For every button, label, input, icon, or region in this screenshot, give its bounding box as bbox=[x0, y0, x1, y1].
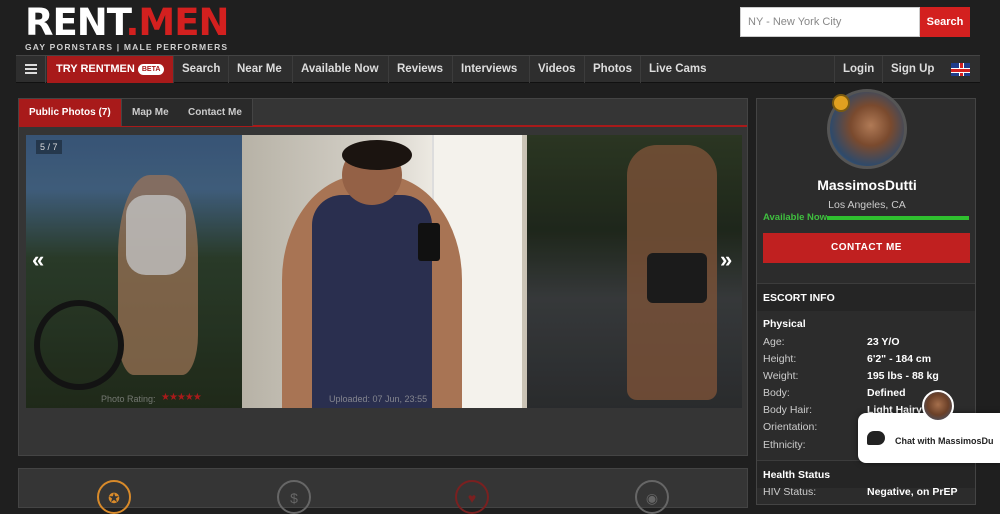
photo-rating-stars[interactable]: ★★★★★ bbox=[161, 392, 202, 403]
chat-widget[interactable]: Chat with MassimosDu bbox=[858, 413, 1000, 463]
award-badge-icon bbox=[832, 94, 850, 112]
profile-name: MassimosDutti bbox=[817, 177, 917, 193]
logo-text: RENT bbox=[25, 1, 126, 44]
site-header: RENT.MEN GAY PORNSTARS | MALE PERFORMERS… bbox=[0, 0, 1000, 55]
info-label: Age: bbox=[763, 336, 785, 348]
camera-icon[interactable]: ◉ bbox=[635, 480, 669, 514]
photo-upload-date: Uploaded: 07 Jun, 23:55 bbox=[329, 394, 428, 404]
heart-icon[interactable]: ♥ bbox=[455, 480, 489, 514]
physical-title: Physical bbox=[763, 318, 806, 330]
escort-info-title: ESCORT INFO bbox=[757, 283, 975, 311]
tab-contact-me[interactable]: Contact Me bbox=[178, 99, 253, 126]
info-label: Body Hair: bbox=[763, 404, 813, 416]
photo-phone bbox=[418, 223, 440, 261]
try-rentmen-button[interactable]: TRY RENTMEN BETA bbox=[47, 56, 173, 83]
next-arrow-icon[interactable]: » bbox=[720, 247, 732, 273]
health-status-title: Health Status bbox=[757, 460, 975, 488]
login-link[interactable]: Login bbox=[834, 56, 882, 83]
award-icon[interactable]: ✪ bbox=[97, 480, 131, 514]
search-button[interactable]: Search bbox=[920, 7, 970, 37]
prev-arrow-icon[interactable]: « bbox=[32, 247, 44, 273]
menu-icon[interactable] bbox=[16, 56, 46, 83]
uk-flag-icon[interactable] bbox=[951, 63, 970, 76]
beta-badge: BETA bbox=[137, 64, 165, 75]
tab-map-me[interactable]: Map Me bbox=[122, 99, 180, 126]
info-value: 195 lbs - 88 kg bbox=[867, 370, 939, 382]
photo-counter: 5 / 7 bbox=[36, 140, 62, 154]
logo-tagline: GAY PORNSTARS | MALE PERFORMERS bbox=[25, 42, 229, 52]
site-logo[interactable]: RENT.MEN GAY PORNSTARS | MALE PERFORMERS bbox=[25, 1, 229, 53]
info-label: Ethnicity: bbox=[763, 439, 806, 451]
nav-reviews[interactable]: Reviews bbox=[388, 56, 451, 83]
nav-live-cams[interactable]: Live Cams bbox=[640, 56, 715, 83]
info-value: Defined bbox=[867, 387, 906, 399]
chat-label: Chat with MassimosDu bbox=[895, 436, 994, 446]
photo-jersey bbox=[312, 195, 432, 408]
nav-videos[interactable]: Videos bbox=[529, 56, 584, 83]
info-label: Orientation: bbox=[763, 421, 818, 433]
nav-photos[interactable]: Photos bbox=[584, 56, 640, 83]
chat-avatar[interactable] bbox=[922, 390, 954, 422]
info-value: Negative, on PrEP bbox=[867, 486, 958, 498]
photo-gallery[interactable]: 5 / 7 « » Photo Rating: ★★★★★ Uploaded: … bbox=[26, 135, 742, 408]
photo-bicycle bbox=[34, 300, 124, 390]
info-label: Height: bbox=[763, 353, 797, 365]
search-input[interactable]: NY - New York City bbox=[740, 7, 920, 37]
gallery-photo-current[interactable] bbox=[242, 135, 527, 408]
profile-location: Los Angeles, CA bbox=[828, 199, 906, 211]
photo-shirt bbox=[126, 195, 186, 275]
main-nav: TRY RENTMEN BETA Search Near Me Available… bbox=[16, 55, 980, 83]
money-icon[interactable]: $ bbox=[277, 480, 311, 514]
photo-rating-label: Photo Rating: bbox=[101, 394, 156, 404]
nav-near-me[interactable]: Near Me bbox=[228, 56, 290, 83]
nav-available-now[interactable]: Available Now bbox=[292, 56, 387, 83]
info-value: 6'2" - 184 cm bbox=[867, 353, 932, 365]
tab-public-photos[interactable]: Public Photos (7) bbox=[19, 99, 122, 126]
info-label: Body: bbox=[763, 387, 790, 399]
info-value: 23 Y/O bbox=[867, 336, 900, 348]
chat-bubble-icon bbox=[867, 431, 885, 445]
contact-me-button[interactable]: CONTACT ME bbox=[763, 233, 970, 263]
info-label: HIV Status: bbox=[763, 486, 817, 498]
photo-shorts bbox=[647, 253, 707, 303]
photo-hair bbox=[342, 140, 412, 170]
photo-tabs: Public Photos (7) Map Me Contact Me bbox=[19, 99, 747, 127]
availability-bar bbox=[827, 216, 969, 220]
try-rentmen-label: TRY RENTMEN bbox=[56, 63, 135, 75]
signup-link[interactable]: Sign Up bbox=[882, 56, 942, 83]
photo-panel: Public Photos (7) Map Me Contact Me 5 / … bbox=[18, 98, 748, 456]
nav-search[interactable]: Search bbox=[173, 56, 228, 83]
feature-icons-panel: ✪ $ ♥ ◉ bbox=[18, 468, 748, 514]
availability-status: Available Now bbox=[763, 212, 828, 223]
gallery-photo-next[interactable] bbox=[527, 135, 742, 408]
nav-interviews[interactable]: Interviews bbox=[452, 56, 525, 83]
gallery-photo-prev[interactable] bbox=[26, 135, 242, 408]
info-label: Weight: bbox=[763, 370, 799, 382]
logo-suffix: .MEN bbox=[125, 1, 229, 44]
